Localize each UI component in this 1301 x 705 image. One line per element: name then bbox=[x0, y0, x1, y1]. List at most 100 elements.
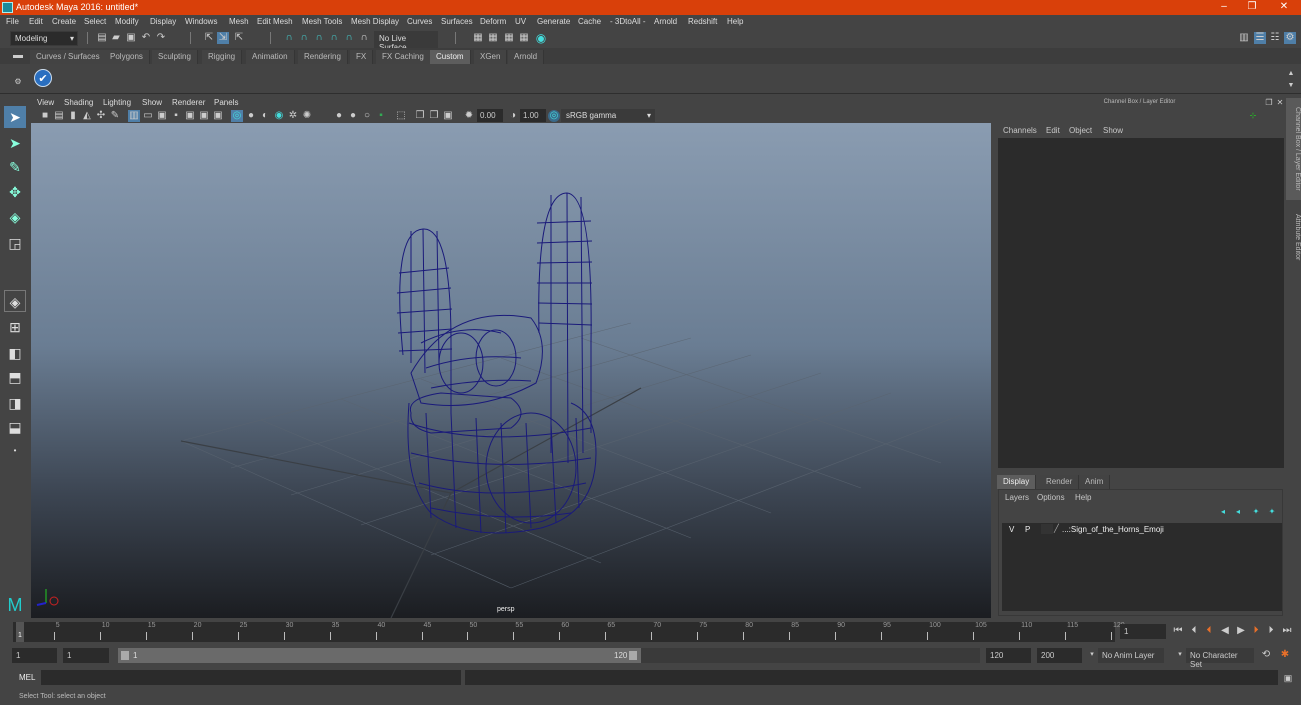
snap-view-plane-icon[interactable]: ∩ bbox=[328, 32, 340, 44]
time-slider[interactable]: 1 5 10 15 20 25 30 35 40 45 50 55 60 65 70 75 80 85 90 95 1… bbox=[0, 618, 1301, 644]
restore-button[interactable]: ❐ bbox=[1242, 1, 1262, 12]
layer-playback-toggle[interactable]: P bbox=[1025, 525, 1030, 534]
color-space-dropdown[interactable]: sRGB gamma ▾ bbox=[561, 109, 655, 122]
edit-menu[interactable]: Edit bbox=[1046, 126, 1060, 135]
animation-start-field[interactable]: 1 bbox=[12, 648, 57, 663]
step-forward-frame-icon[interactable]: ⏵ bbox=[1265, 625, 1277, 637]
open-scene-icon[interactable]: ▰ bbox=[110, 32, 122, 44]
layer-tab-display[interactable]: Display bbox=[997, 475, 1037, 489]
screen-space-ao-icon[interactable]: ● bbox=[333, 110, 345, 122]
step-back-key-icon[interactable]: ⏴ bbox=[1203, 625, 1215, 637]
color-management-icon[interactable]: ◎ bbox=[548, 110, 560, 122]
safe-title-icon[interactable]: ▣ bbox=[212, 110, 224, 122]
camera-icon[interactable]: ■ bbox=[39, 110, 51, 122]
auto-key-icon[interactable]: ⟲ bbox=[1260, 649, 1272, 661]
move-layer-up-icon[interactable]: ◂ bbox=[1217, 506, 1229, 518]
script-editor-icon[interactable]: ▣ bbox=[1282, 672, 1294, 684]
viewport-menu-show[interactable]: Show bbox=[142, 98, 162, 107]
wireframe-icon[interactable]: ◎ bbox=[231, 110, 243, 122]
menu-surfaces[interactable]: Surfaces bbox=[441, 17, 473, 26]
gate-mask-icon[interactable]: ▪ bbox=[170, 110, 182, 122]
bookmark-icon[interactable]: ▮ bbox=[67, 110, 79, 122]
four-view-layout-icon[interactable]: ⊞ bbox=[4, 316, 26, 338]
select-tool-icon[interactable]: ➤ bbox=[4, 106, 26, 128]
shelf-settings-icon[interactable]: ⚙ bbox=[12, 76, 24, 88]
grease-pencil-icon[interactable]: ✎ bbox=[109, 110, 121, 122]
range-slider-bar[interactable] bbox=[118, 648, 641, 663]
menu-file[interactable]: File bbox=[6, 17, 19, 26]
close-panel-icon[interactable]: ✕ bbox=[1274, 97, 1286, 109]
rotate-tool-icon[interactable]: ◈ bbox=[4, 206, 26, 228]
shelf-tab-custom[interactable]: Custom bbox=[430, 50, 471, 64]
move-tool-icon[interactable]: ✥ bbox=[4, 181, 26, 203]
character-set-dropdown[interactable]: No Character Set bbox=[1186, 648, 1254, 669]
layer-visibility-toggle[interactable]: V bbox=[1009, 525, 1014, 534]
gamma-field[interactable]: 1.00 bbox=[520, 109, 546, 122]
play-backwards-icon[interactable]: ◀ bbox=[1219, 625, 1231, 637]
minimize-button[interactable]: – bbox=[1214, 1, 1234, 12]
textured-icon[interactable]: ◉ bbox=[273, 110, 285, 122]
options-menu[interactable]: Options bbox=[1037, 493, 1065, 502]
animation-end-field[interactable]: 200 bbox=[1037, 648, 1082, 663]
anim-layer-dropdown[interactable]: No Anim Layer bbox=[1098, 648, 1164, 663]
menu-mesh-tools[interactable]: Mesh Tools bbox=[302, 17, 342, 26]
shadows-icon[interactable]: ✺ bbox=[301, 110, 313, 122]
motion-blur-icon[interactable]: ● bbox=[347, 110, 359, 122]
depth-of-field-icon[interactable]: ▪ bbox=[375, 110, 387, 122]
shelf-tab-fx-caching[interactable]: FX Caching bbox=[376, 50, 431, 64]
xray-components-icon[interactable]: ▣ bbox=[442, 110, 454, 122]
image-plane-icon[interactable]: ◭ bbox=[81, 110, 93, 122]
new-layer-selected-icon[interactable]: ✦ bbox=[1266, 506, 1278, 518]
smooth-shade-icon[interactable]: ● bbox=[245, 110, 257, 122]
shelf-tab-rigging[interactable]: Rigging bbox=[202, 50, 243, 64]
shelf-tab-fx[interactable]: FX bbox=[350, 50, 374, 64]
channels-menu[interactable]: Channels bbox=[1003, 126, 1037, 135]
gamma-icon[interactable]: ◑ bbox=[507, 110, 519, 122]
film-gate-icon[interactable]: ▭ bbox=[142, 110, 154, 122]
tool-settings-toggle-icon[interactable]: ☷ bbox=[1269, 32, 1281, 44]
isolate-select-icon[interactable]: ⬚ bbox=[395, 110, 407, 122]
render-settings-icon[interactable]: ▦ bbox=[518, 32, 530, 44]
wireframe-on-shaded-icon[interactable]: ◐ bbox=[259, 110, 271, 122]
channel-box-toggle-icon[interactable]: ⚙ bbox=[1284, 32, 1296, 44]
playback-end-field[interactable]: 120 bbox=[986, 648, 1031, 663]
perspective-viewport[interactable]: persp bbox=[31, 123, 991, 618]
menu-uv[interactable]: UV bbox=[515, 17, 526, 26]
shelf-menu-icon[interactable]: ▬ bbox=[12, 50, 24, 62]
xray-icon[interactable]: ❐ bbox=[414, 110, 426, 122]
shelf-tab-rendering[interactable]: Rendering bbox=[298, 50, 348, 64]
modeling-toolkit-icon[interactable]: ▥ bbox=[1238, 32, 1250, 44]
viewport-menu-renderer[interactable]: Renderer bbox=[172, 98, 205, 107]
menu-curves[interactable]: Curves bbox=[407, 17, 432, 26]
menu-select[interactable]: Select bbox=[84, 17, 106, 26]
menu-help[interactable]: Help bbox=[727, 17, 743, 26]
anti-aliasing-icon[interactable]: ○ bbox=[361, 110, 373, 122]
menu-mesh[interactable]: Mesh bbox=[229, 17, 249, 26]
new-empty-layer-icon[interactable]: ✦ bbox=[1250, 506, 1262, 518]
layer-tab-render[interactable]: Render bbox=[1040, 475, 1080, 489]
mel-label[interactable]: MEL bbox=[19, 673, 35, 682]
menu-deform[interactable]: Deform bbox=[480, 17, 506, 26]
current-frame-field[interactable]: 1 bbox=[1120, 624, 1166, 639]
animation-preferences-icon[interactable]: ✱ bbox=[1279, 649, 1291, 661]
persp-outliner-layout-icon[interactable]: ◧ bbox=[4, 342, 26, 364]
check-shelf-button-icon[interactable]: ✔ bbox=[34, 69, 52, 87]
grid-toggle-icon[interactable]: ▥ bbox=[128, 110, 140, 122]
step-back-frame-icon[interactable]: ⏴ bbox=[1188, 625, 1200, 637]
menu-modify[interactable]: Modify bbox=[115, 17, 139, 26]
go-to-end-icon[interactable]: ⏭ bbox=[1281, 625, 1293, 637]
save-scene-icon[interactable]: ▣ bbox=[125, 32, 137, 44]
paint-select-tool-icon[interactable]: ✎ bbox=[4, 156, 26, 178]
shelf-scroll-down-icon[interactable]: ▼ bbox=[1285, 80, 1297, 92]
menu-edit-mesh[interactable]: Edit Mesh bbox=[257, 17, 293, 26]
manipulator-icon[interactable]: ⊹ bbox=[1247, 110, 1259, 122]
menu-generate[interactable]: Generate bbox=[537, 17, 570, 26]
lasso-tool-icon[interactable]: ➤ bbox=[4, 132, 26, 154]
camera-attributes-icon[interactable]: ▤ bbox=[53, 110, 65, 122]
layer-name[interactable]: ...:Sign_of_the_Horns_Emoji bbox=[1062, 525, 1164, 534]
xray-joints-icon[interactable]: ❐ bbox=[428, 110, 440, 122]
shelf-tab-xgen[interactable]: XGen bbox=[474, 50, 508, 64]
menu-display[interactable]: Display bbox=[150, 17, 176, 26]
scale-tool-icon[interactable]: ◲ bbox=[4, 232, 26, 254]
snap-curve-icon[interactable]: ∩ bbox=[298, 32, 310, 44]
